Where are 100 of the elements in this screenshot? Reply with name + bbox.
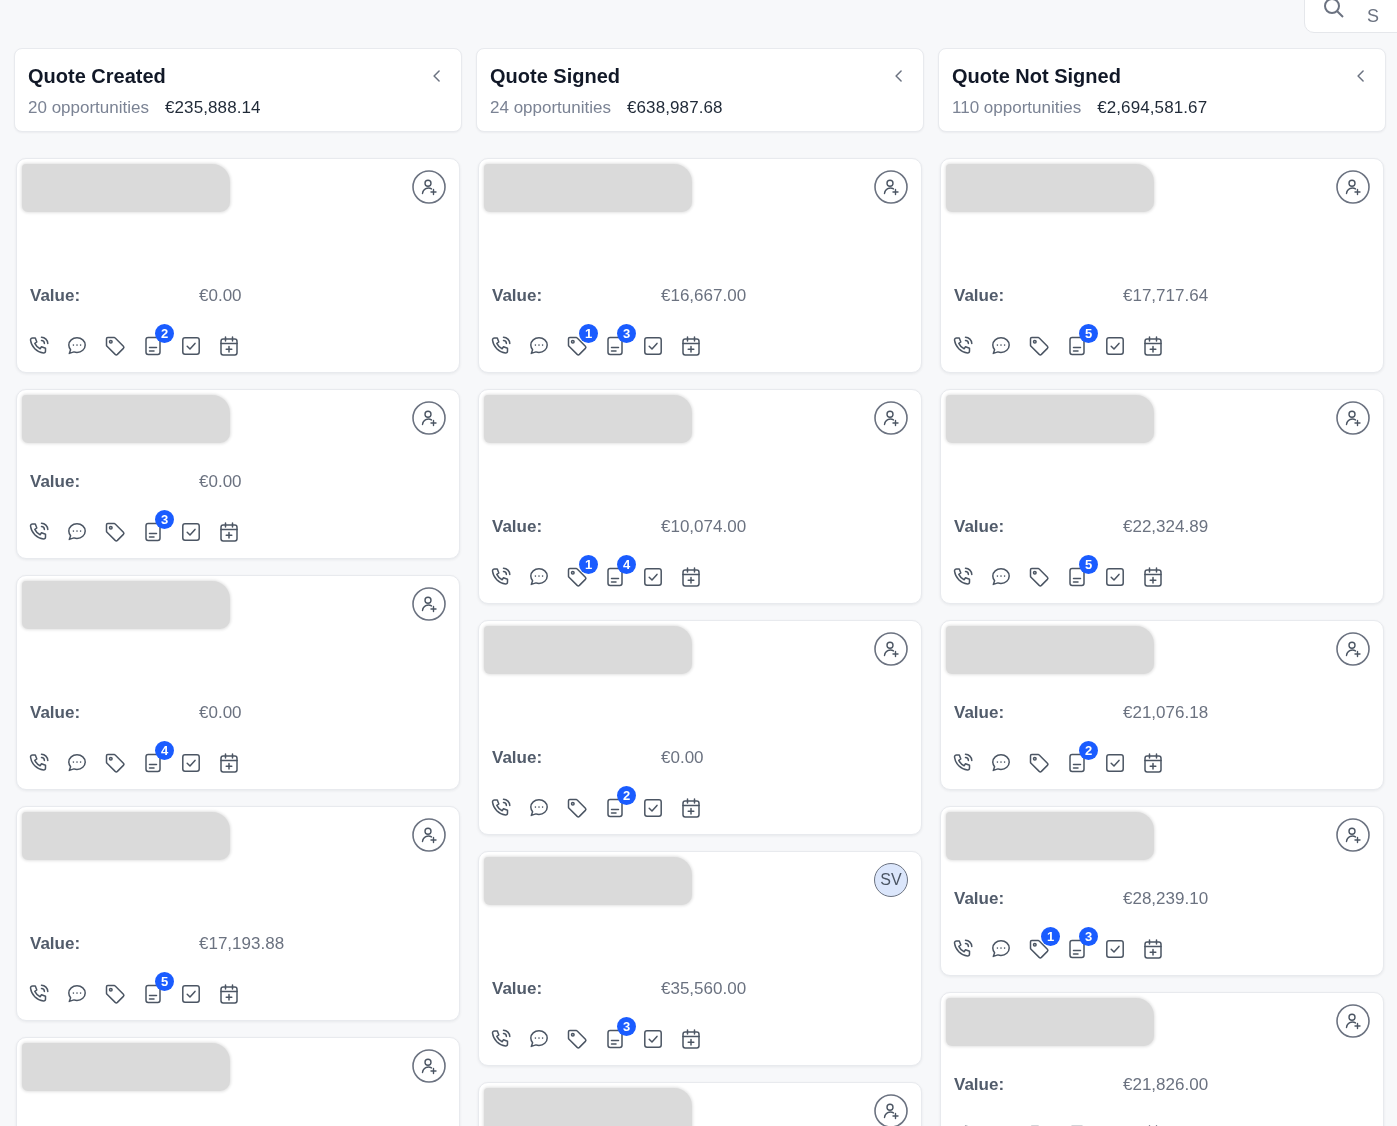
add-person-icon[interactable] — [1336, 170, 1370, 204]
value-amount: €0.00 — [199, 472, 242, 492]
count-badge: 1 — [579, 555, 598, 574]
search-field[interactable]: S — [1304, 0, 1397, 33]
calendar-plus-icon[interactable] — [1141, 565, 1165, 589]
opportunity-card[interactable]: Value: €21,826.00 — [940, 992, 1384, 1126]
count-badge: 4 — [617, 555, 636, 574]
opportunity-card[interactable]: Value: €10,074.00 1 4 — [478, 389, 922, 604]
count-badge: 3 — [155, 510, 174, 529]
tag-icon[interactable] — [1027, 334, 1051, 358]
tag-icon[interactable] — [565, 796, 589, 820]
column-total: €235,888.14 — [165, 98, 261, 118]
calendar-plus-icon[interactable] — [679, 796, 703, 820]
value-label: Value: — [492, 979, 544, 999]
opportunity-card[interactable]: Value: €0.00 4 — [16, 575, 460, 790]
opportunity-count: 24 opportunities — [490, 98, 611, 118]
checkbox-icon[interactable] — [641, 334, 665, 358]
column-title: Quote Signed — [490, 64, 620, 88]
column-title: Quote Created — [28, 64, 166, 88]
calendar-plus-icon[interactable] — [1141, 334, 1165, 358]
checkbox-icon[interactable] — [179, 520, 203, 544]
count-badge: 3 — [617, 1017, 636, 1036]
calendar-plus-icon[interactable] — [217, 751, 241, 775]
value-label: Value: — [954, 703, 1006, 723]
tag-icon[interactable] — [103, 334, 127, 358]
calendar-plus-icon[interactable] — [679, 1027, 703, 1051]
tag-icon[interactable] — [103, 751, 127, 775]
tag-icon[interactable] — [103, 982, 127, 1006]
calendar-plus-icon[interactable] — [217, 982, 241, 1006]
add-person-icon[interactable] — [1336, 818, 1370, 852]
value-amount: €17,193.88 — [199, 934, 285, 954]
tag-icon[interactable] — [103, 520, 127, 544]
value-amount: €21,826.00 — [1123, 1075, 1209, 1095]
value-label: Value: — [492, 748, 544, 768]
value-label: Value: — [492, 286, 544, 306]
checkbox-icon[interactable] — [1103, 334, 1127, 358]
add-person-icon[interactable] — [874, 1094, 908, 1126]
value-amount: €0.00 — [199, 286, 242, 306]
value-amount: €0.00 — [661, 748, 704, 768]
add-person-icon[interactable] — [1336, 1004, 1370, 1038]
value-label: Value: — [954, 517, 1006, 537]
checkbox-icon[interactable] — [1103, 937, 1127, 961]
opportunity-count: 20 opportunities — [28, 98, 149, 118]
checkbox-icon[interactable] — [1103, 751, 1127, 775]
add-person-icon[interactable] — [412, 401, 446, 435]
checkbox-icon[interactable] — [1103, 565, 1127, 589]
opportunity-card[interactable]: SV Value: €35,560.00 3 — [478, 851, 922, 1066]
value-label: Value: — [492, 517, 544, 537]
add-person-icon[interactable] — [1336, 632, 1370, 666]
opportunity-card[interactable]: Value: €0.00 2 — [478, 620, 922, 835]
count-badge: 1 — [579, 324, 598, 343]
calendar-plus-icon[interactable] — [217, 520, 241, 544]
checkbox-icon[interactable] — [641, 1027, 665, 1051]
value-label: Value: — [30, 472, 82, 492]
value-label: Value: — [30, 703, 82, 723]
calendar-plus-icon[interactable] — [1141, 937, 1165, 961]
calendar-plus-icon[interactable] — [217, 334, 241, 358]
add-person-icon[interactable] — [412, 818, 446, 852]
opportunity-count: 110 opportunities — [952, 98, 1082, 118]
add-person-icon[interactable] — [412, 587, 446, 621]
search-icon — [1322, 0, 1346, 20]
value-label: Value: — [30, 286, 82, 306]
add-person-icon[interactable] — [874, 170, 908, 204]
column-total: €638,987.68 — [627, 98, 723, 118]
add-person-icon[interactable] — [412, 1049, 446, 1083]
count-badge: 2 — [155, 324, 174, 343]
value-amount: €10,074.00 — [661, 517, 747, 537]
add-person-icon[interactable] — [874, 401, 908, 435]
count-badge: 5 — [155, 972, 174, 991]
tag-icon[interactable] — [1027, 751, 1051, 775]
add-person-icon[interactable] — [1336, 401, 1370, 435]
column-total: €2,694,581.67 — [1097, 98, 1208, 118]
checkbox-icon[interactable] — [641, 796, 665, 820]
opportunity-card[interactable]: Value: €16,667.00 1 3 — [478, 158, 922, 373]
add-person-icon[interactable] — [412, 170, 446, 204]
opportunity-card[interactable]: Value: €0.00 3 — [16, 389, 460, 559]
calendar-plus-icon[interactable] — [679, 565, 703, 589]
checkbox-icon[interactable] — [179, 982, 203, 1006]
checkbox-icon[interactable] — [641, 565, 665, 589]
opportunity-card[interactable]: Value: €22,324.89 5 — [940, 389, 1384, 604]
value-amount: €16,667.00 — [661, 286, 747, 306]
count-badge: 1 — [1041, 927, 1060, 946]
calendar-plus-icon[interactable] — [679, 334, 703, 358]
opportunity-card[interactable]: Value: €28,239.10 1 3 — [940, 806, 1384, 976]
opportunity-card[interactable]: Value: €17,717.64 5 — [940, 158, 1384, 373]
opportunity-card[interactable]: Value: €0.00 2 — [16, 158, 460, 373]
value-amount: €22,324.89 — [1123, 517, 1209, 537]
value-amount: €21,076.18 — [1123, 703, 1209, 723]
tag-icon[interactable] — [1027, 565, 1051, 589]
column-title: Quote Not Signed — [952, 64, 1121, 88]
checkbox-icon[interactable] — [179, 751, 203, 775]
assignee-avatar[interactable]: SV — [874, 863, 908, 897]
checkbox-icon[interactable] — [179, 334, 203, 358]
calendar-plus-icon[interactable] — [1141, 751, 1165, 775]
add-person-icon[interactable] — [874, 632, 908, 666]
opportunity-card[interactable]: Value: €21,076.18 2 — [940, 620, 1384, 790]
opportunity-card[interactable]: Value: €17,193.88 5 — [16, 806, 460, 1021]
tag-icon[interactable] — [565, 1027, 589, 1051]
value-amount: €0.00 — [199, 703, 242, 723]
value-amount: €28,239.10 — [1123, 889, 1209, 909]
